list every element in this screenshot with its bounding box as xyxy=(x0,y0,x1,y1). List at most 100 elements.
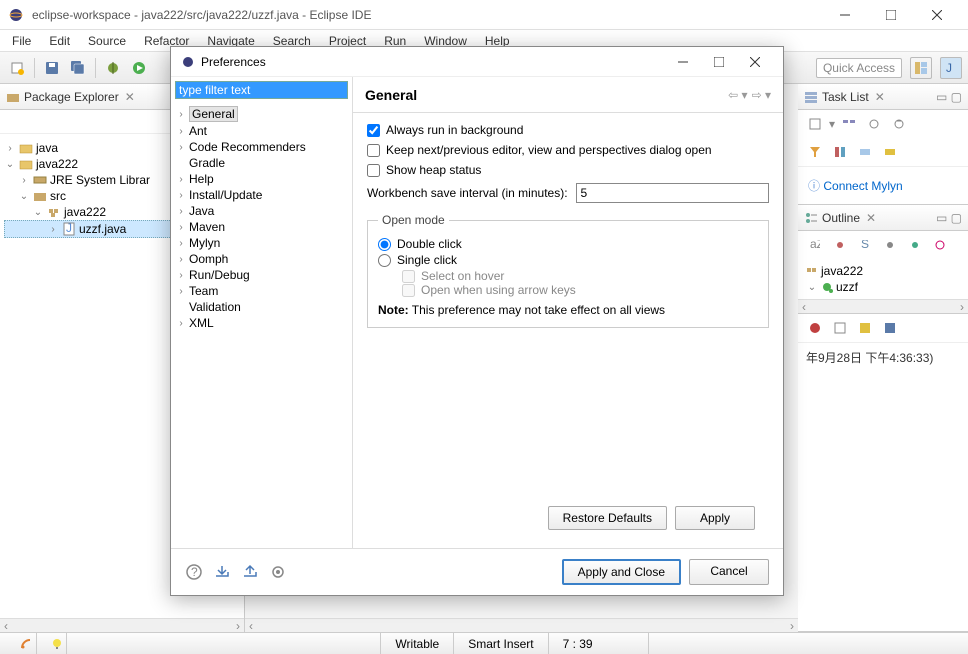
minimize-view-icon[interactable]: ▭ ▢ xyxy=(936,90,962,104)
outline-title: Outline xyxy=(822,211,860,225)
close-icon[interactable]: ✕ xyxy=(866,211,876,225)
pref-tree-item-run-debug[interactable]: ›Run/Debug xyxy=(171,267,352,283)
sort-icon[interactable]: aZ xyxy=(804,234,826,256)
pref-tree-item-xml[interactable]: ›XML xyxy=(171,315,352,331)
pref-tree-item-code-recommenders[interactable]: ›Code Recommenders xyxy=(171,139,352,155)
export-icon[interactable] xyxy=(241,563,259,581)
pref-tree-item-maven[interactable]: ›Maven xyxy=(171,219,352,235)
window-maximize-button[interactable] xyxy=(868,0,914,30)
note-label: Note: xyxy=(378,303,409,317)
dialog-titlebar: Preferences xyxy=(171,47,783,77)
outline-item-package[interactable]: java222 xyxy=(806,263,960,279)
menu-edit[interactable]: Edit xyxy=(41,32,78,50)
oomph-icon[interactable] xyxy=(269,563,287,581)
status-position: 7 : 39 xyxy=(548,633,648,654)
filter-text-input[interactable] xyxy=(175,81,348,99)
pref-tree-item-ant[interactable]: ›Ant xyxy=(171,123,352,139)
minimize-view-icon[interactable]: ▭ ▢ xyxy=(936,211,962,225)
pref-tree-item-mylyn[interactable]: ›Mylyn xyxy=(171,235,352,251)
declaration-icon[interactable] xyxy=(854,317,876,339)
open-perspective-button[interactable] xyxy=(910,57,932,79)
problems-icon[interactable] xyxy=(804,317,826,339)
svg-text:?: ? xyxy=(191,565,198,579)
save-interval-input[interactable] xyxy=(576,183,769,203)
dialog-maximize-button[interactable] xyxy=(701,49,737,75)
pref-tree-item-team[interactable]: ›Team xyxy=(171,283,352,299)
svg-text:aZ: aZ xyxy=(810,240,820,250)
eclipse-logo-icon xyxy=(8,7,24,23)
debug-button[interactable] xyxy=(102,57,124,79)
keep-next-checkbox[interactable]: Keep next/previous editor, view and pers… xyxy=(367,143,769,157)
outline-item-class[interactable]: ⌄uzzf xyxy=(806,279,960,295)
single-click-radio[interactable]: Single click xyxy=(378,253,758,267)
sync-icon[interactable] xyxy=(888,113,910,135)
console-timestamp: 年9月28日 下午4:36:33) xyxy=(798,343,968,372)
run-button[interactable] xyxy=(128,57,150,79)
hide-fields-icon[interactable] xyxy=(829,234,851,256)
forward-icon[interactable]: ⇨ ▾ xyxy=(752,88,771,102)
pref-tree-item-general[interactable]: ›General xyxy=(171,105,352,123)
dialog-title: Preferences xyxy=(201,55,266,69)
apply-and-close-button[interactable]: Apply and Close xyxy=(562,559,681,585)
cancel-button[interactable]: Cancel xyxy=(689,559,769,585)
quick-access-input[interactable]: Quick Access xyxy=(816,58,902,78)
console-icon[interactable] xyxy=(879,317,901,339)
pref-tree-item-install-update[interactable]: ›Install/Update xyxy=(171,187,352,203)
pref-tree-item-oomph[interactable]: ›Oomph xyxy=(171,251,352,267)
pref-tree-item-java[interactable]: ›Java xyxy=(171,203,352,219)
new-button[interactable] xyxy=(6,57,28,79)
new-task-icon[interactable] xyxy=(804,113,826,135)
window-close-button[interactable] xyxy=(914,0,960,30)
back-icon[interactable]: ⇦ ▾ xyxy=(728,88,747,102)
outline-icon xyxy=(804,211,818,225)
filter-icon[interactable] xyxy=(804,141,826,163)
close-icon[interactable]: ✕ xyxy=(125,90,135,104)
pref-tree-item-validation[interactable]: Validation xyxy=(171,299,352,315)
menu-file[interactable]: File xyxy=(4,32,39,50)
window-title: eclipse-workspace - java222/src/java222/… xyxy=(32,8,371,22)
save-interval-label: Workbench save interval (in minutes): xyxy=(367,186,568,200)
save-button[interactable] xyxy=(41,57,63,79)
note-text: This preference may not take effect on a… xyxy=(412,303,665,317)
save-all-button[interactable] xyxy=(67,57,89,79)
collapse-icon[interactable] xyxy=(879,141,901,163)
dialog-close-button[interactable] xyxy=(737,49,773,75)
focus-task-icon[interactable] xyxy=(929,234,951,256)
feed-icon[interactable] xyxy=(20,638,32,650)
always-run-checkbox[interactable]: Always run in background xyxy=(367,123,769,137)
double-click-radio[interactable]: Double click xyxy=(378,237,758,251)
hide-static-icon[interactable]: S xyxy=(854,234,876,256)
import-icon[interactable] xyxy=(213,563,231,581)
hide-icon[interactable] xyxy=(854,141,876,163)
javadoc-icon[interactable] xyxy=(829,317,851,339)
eclipse-logo-icon xyxy=(181,55,195,69)
apply-button[interactable]: Apply xyxy=(675,506,755,530)
categorize-icon[interactable] xyxy=(838,113,860,135)
window-minimize-button[interactable] xyxy=(822,0,868,30)
status-insert: Smart Insert xyxy=(453,633,547,654)
presentation-icon[interactable] xyxy=(829,141,851,163)
statusbar: Writable Smart Insert 7 : 39 xyxy=(0,632,968,654)
menu-source[interactable]: Source xyxy=(80,32,134,50)
right-panel: Task List ✕ ▭ ▢ ▾ ⓘ Connect Mylyn xyxy=(798,84,968,632)
task-list-icon xyxy=(804,90,818,104)
close-icon[interactable]: ✕ xyxy=(875,90,885,104)
tip-icon[interactable] xyxy=(51,638,63,650)
svg-text:S: S xyxy=(861,240,869,250)
open-mode-legend: Open mode xyxy=(378,213,449,227)
help-icon[interactable]: ? xyxy=(185,563,203,581)
hide-local-icon[interactable] xyxy=(904,234,926,256)
java-perspective-button[interactable]: J xyxy=(940,57,962,79)
select-on-hover-checkbox: Select on hover xyxy=(402,269,758,283)
hide-nonpublic-icon[interactable] xyxy=(879,234,901,256)
focus-icon[interactable] xyxy=(863,113,885,135)
dialog-minimize-button[interactable] xyxy=(665,49,701,75)
package-explorer-icon xyxy=(6,90,20,104)
pref-tree-item-help[interactable]: ›Help xyxy=(171,171,352,187)
preferences-tree[interactable]: ›General›Ant›Code RecommendersGradle›Hel… xyxy=(171,103,352,548)
pref-tree-item-gradle[interactable]: Gradle xyxy=(171,155,352,171)
preferences-dialog: Preferences ›General›Ant›Code Recommende… xyxy=(170,46,784,596)
connect-mylyn-link[interactable]: Connect Mylyn xyxy=(823,179,902,193)
restore-defaults-button[interactable]: Restore Defaults xyxy=(548,506,667,530)
heap-status-checkbox[interactable]: Show heap status xyxy=(367,163,769,177)
